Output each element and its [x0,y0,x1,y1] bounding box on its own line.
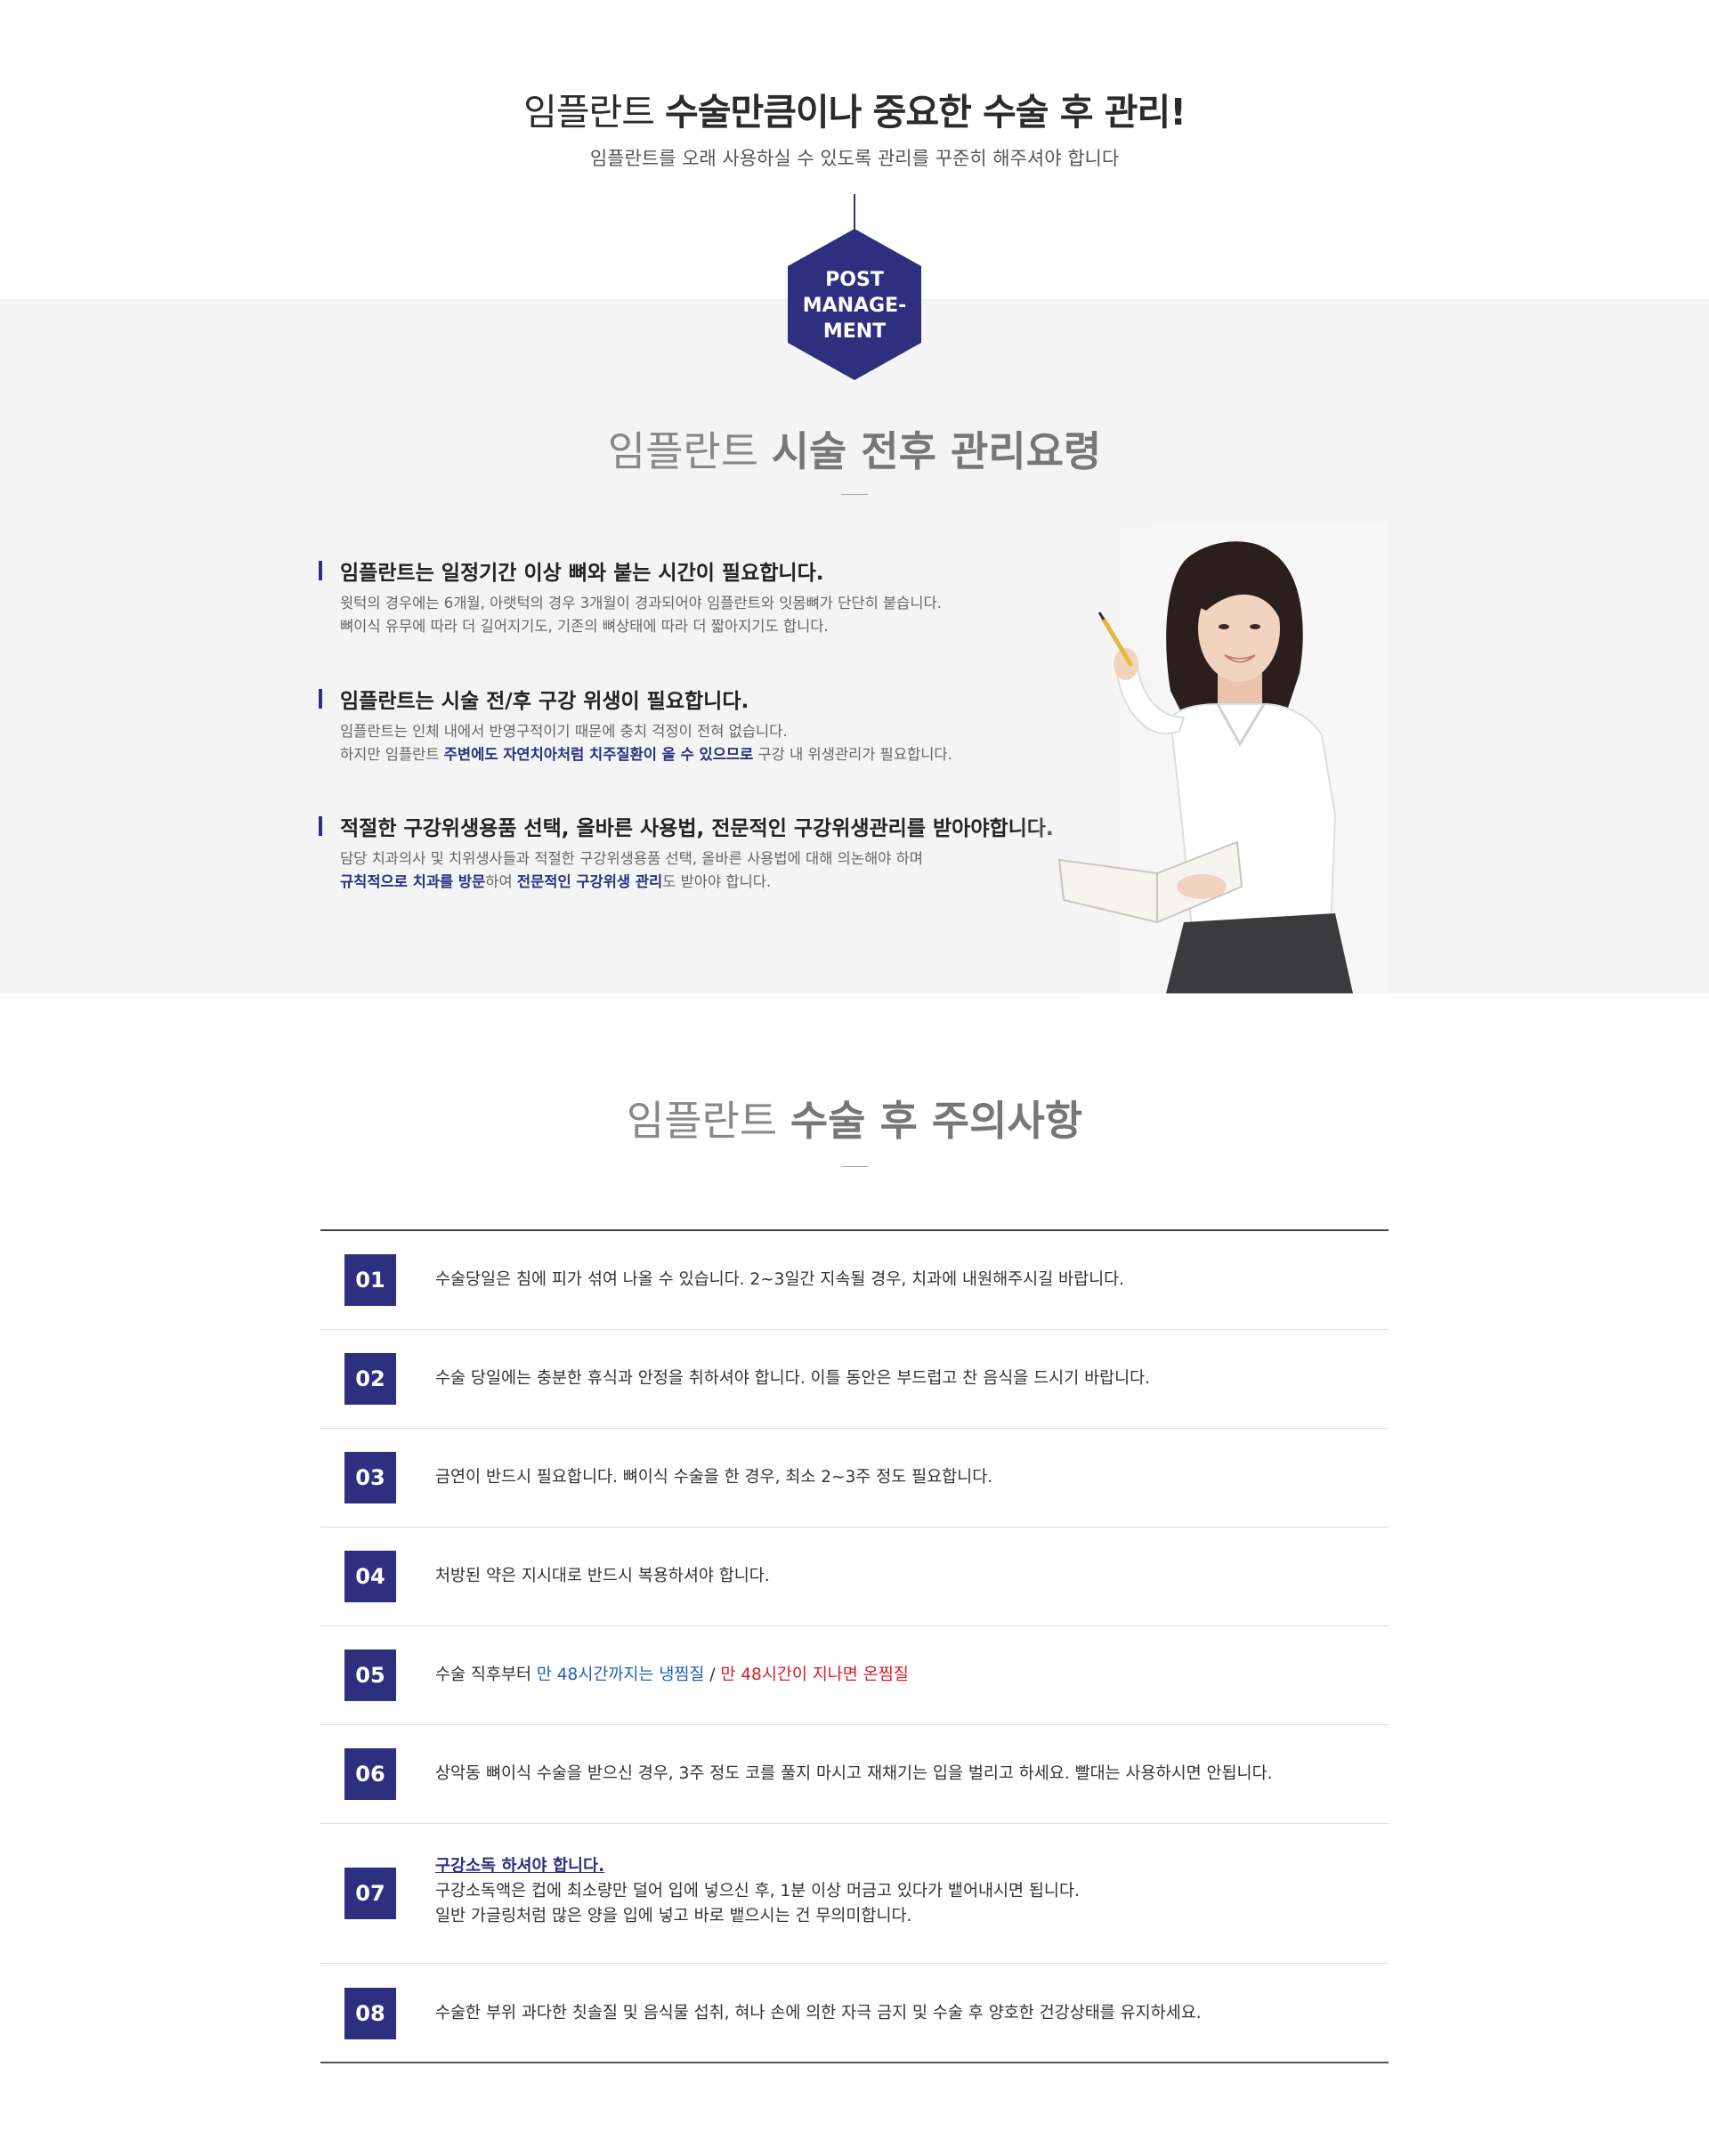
row-number: 07 [344,1868,396,1919]
row-heading: 구강소독 하셔야 합니다. [435,1857,605,1876]
page-subtitle: 임플란트를 오래 사용하실 수 있도록 관리를 꾸준히 해주셔야 합니다 [589,148,1120,169]
woman-with-book-image [1015,522,1389,993]
care-title: 임플란트 시술 전후 관리요령 [607,427,1102,475]
row-number: 03 [344,1452,396,1504]
row-number: 08 [344,1988,396,2039]
care-item-text: 담당 치과의사 및 치위생사들과 적절한 구강위생용품 선택, 올바른 사용법에… [340,850,923,890]
connector-line [854,194,855,230]
care-item-heading: 임플란트는 시술 전/후 구강 위생이 필요합니다. [340,690,749,713]
title-divider [841,494,868,495]
warning-row: 06 상악동 뼈이식 수술을 받으신 경우, 3주 정도 코를 풀지 마시고 재… [320,1725,1389,1824]
post-management-badge: POST MANAGE- MENT [802,269,907,343]
row-number: 05 [344,1649,396,1701]
warning-row: 08 수술한 부위 과다한 칫솔질 및 음식물 섭취, 혀나 손에 의한 자극 … [320,1964,1389,2063]
accent-bar [319,816,322,836]
care-item-heading: 임플란트는 일정기간 이상 뼈와 붙는 시간이 필요합니다. [340,562,824,585]
warning-row: 07 구강소독 하셔야 합니다. 구강소독액은 컵에 최소량만 덜어 입에 넣으… [320,1824,1389,1964]
row-number: 02 [344,1353,396,1405]
row-text: 상악동 뼈이식 수술을 받으신 경우, 3주 정도 코를 풀지 마시고 재채기는… [435,1764,1273,1783]
row-text: 수술 당일에는 충분한 휴식과 안정을 취하셔야 합니다. 이틀 동안은 부드럽… [435,1369,1151,1388]
title-divider [841,1166,868,1167]
care-item-text: 임플란트는 인체 내에서 반영구적이기 때문에 충치 걱정이 전혀 없습니다. … [340,723,952,763]
row-text: 수술한 부위 과다한 칫솔질 및 음식물 섭취, 혀나 손에 의한 자극 금지 … [435,2004,1202,2022]
care-item-heading: 적절한 구강위생용품 선택, 올바른 사용법, 전문적인 구강위생관리를 받아야… [340,817,1054,840]
row-text: 수술 직후부터 만 48시간까지는 냉찜질 / 만 48시간이 지나면 온찜질 [435,1666,909,1684]
row-text: 구강소독 하셔야 합니다. 구강소독액은 컵에 최소량만 덜어 입에 넣으신 후… [435,1854,1080,1929]
accent-bar [319,689,322,709]
row-number: 01 [344,1254,396,1306]
warning-row: 05 수술 직후부터 만 48시간까지는 냉찜질 / 만 48시간이 지나면 온… [320,1626,1389,1725]
warnings-title: 임플란트 수술 후 주의사항 [626,1097,1083,1145]
row-text: 수술당일은 침에 피가 섞여 나올 수 있습니다. 2~3일간 지속될 경우, … [435,1270,1125,1289]
row-text: 금연이 반드시 필요합니다. 뼈이식 수술을 한 경우, 최소 2~3주 정도 … [435,1468,993,1487]
warning-row: 02 수술 당일에는 충분한 휴식과 안정을 취하셔야 합니다. 이틀 동안은 … [320,1330,1389,1429]
care-section: 임플란트 시술 전후 관리요령 임플란트는 일정기간 이상 뼈와 붙는 시간이 … [0,299,1709,993]
warning-row: 04 처방된 약은 지시대로 반드시 복용하셔야 합니다. [320,1528,1389,1626]
warning-row: 01 수술당일은 침에 피가 섞여 나올 수 있습니다. 2~3일간 지속될 경… [320,1231,1389,1330]
row-number: 06 [344,1748,396,1800]
page-title: 임플란트 수술만큼이나 중요한 수술 후 관리! [523,91,1187,134]
row-number: 04 [344,1551,396,1602]
warning-row: 03 금연이 반드시 필요합니다. 뼈이식 수술을 한 경우, 최소 2~3주 … [320,1429,1389,1528]
row-text: 처방된 약은 지시대로 반드시 복용하셔야 합니다. [435,1567,770,1585]
accent-bar [319,561,322,580]
care-item-text: 윗턱의 경우에는 6개월, 아랫턱의 경우 3개월이 경과되어야 임플란트와 잇… [340,595,942,635]
